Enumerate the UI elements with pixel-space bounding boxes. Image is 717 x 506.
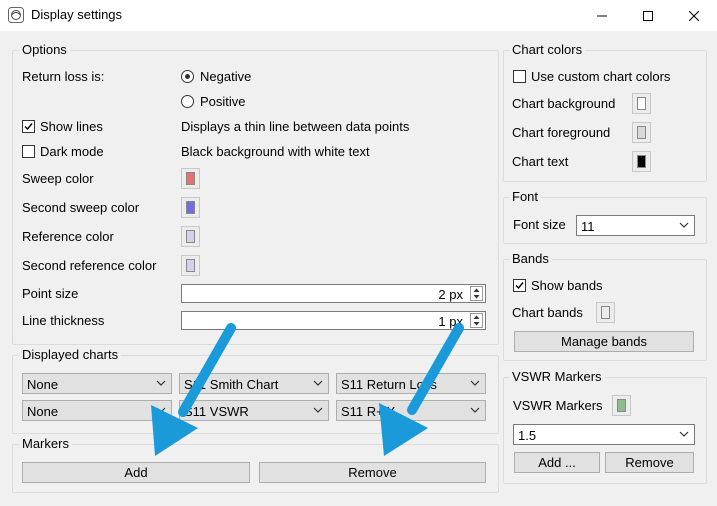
chart-select-value: None: [27, 377, 59, 392]
use-custom-colors-checkbox[interactable]: [513, 70, 526, 83]
radio-negative-label[interactable]: Negative: [200, 69, 251, 84]
options-group-title: Options: [19, 42, 70, 57]
vswr-marker-color-button[interactable]: [612, 395, 631, 416]
reference-color-swatch: [186, 230, 195, 243]
show-bands-label[interactable]: Show bands: [531, 278, 603, 293]
show-lines-checkbox[interactable]: [22, 120, 35, 133]
vswr-value-select[interactable]: 1.5: [513, 424, 695, 445]
minimize-button[interactable]: [579, 0, 625, 31]
chevron-down-icon: [679, 222, 689, 228]
use-custom-colors-label[interactable]: Use custom chart colors: [531, 69, 670, 84]
second-sweep-color-button[interactable]: [181, 197, 200, 218]
chart-text-button[interactable]: [632, 151, 651, 172]
chart-select-1-2[interactable]: S11 Smith Chart: [179, 373, 329, 394]
line-thickness-label: Line thickness: [22, 313, 105, 328]
remove-marker-button[interactable]: Remove: [259, 462, 486, 483]
chevron-down-icon: [156, 380, 166, 386]
dark-mode-checkbox[interactable]: [22, 145, 35, 158]
show-bands-checkbox[interactable]: [513, 279, 526, 292]
show-lines-description: Displays a thin line between data points: [181, 119, 410, 134]
second-sweep-color-swatch: [186, 201, 195, 214]
checkmark-icon: [24, 123, 33, 131]
line-thickness-value: 1 px: [438, 314, 463, 329]
chart-select-1-1[interactable]: None: [22, 373, 172, 394]
chevron-down-icon: [313, 407, 323, 413]
vswr-add-button[interactable]: Add ...: [514, 452, 600, 473]
chart-select-2-2[interactable]: S11 VSWR: [179, 400, 329, 421]
chart-colors-title: Chart colors: [509, 42, 586, 57]
chart-select-value: S11 Return Loss: [341, 377, 437, 392]
chart-background-swatch: [637, 97, 646, 110]
second-sweep-color-label: Second sweep color: [22, 200, 140, 215]
markers-title: Markers: [19, 436, 72, 451]
vswr-value: 1.5: [518, 428, 537, 443]
chevron-down-icon: [470, 407, 480, 413]
checkmark-icon: [515, 282, 524, 290]
point-size-spinbox[interactable]: 2 px: [181, 284, 486, 303]
point-size-value: 2 px: [438, 287, 463, 302]
dark-mode-description: Black background with white text: [181, 144, 370, 159]
maximize-button[interactable]: [625, 0, 671, 31]
line-thickness-spinbox[interactable]: 1 px: [181, 311, 486, 330]
radio-negative[interactable]: [181, 70, 194, 83]
chart-text-label: Chart text: [512, 154, 569, 169]
vswr-remove-button[interactable]: Remove: [605, 452, 694, 473]
chart-select-value: S11 R+jX: [341, 404, 396, 419]
spin-arrows-icon[interactable]: [470, 313, 483, 328]
chart-select-2-3[interactable]: S11 R+jX: [336, 400, 486, 421]
chart-select-value: S11 VSWR: [184, 404, 249, 419]
point-size-label: Point size: [22, 286, 79, 301]
font-size-label: Font size: [513, 217, 566, 232]
chart-bands-swatch: [601, 306, 610, 319]
window-title: Display settings: [31, 7, 123, 22]
chart-foreground-swatch: [637, 126, 646, 139]
reference-color-button[interactable]: [181, 226, 200, 247]
spin-arrows-icon[interactable]: [470, 286, 483, 301]
manage-bands-button[interactable]: Manage bands: [514, 331, 694, 352]
bands-title: Bands: [509, 251, 552, 266]
second-reference-color-swatch: [186, 259, 195, 272]
second-reference-color-label: Second reference color: [22, 258, 157, 273]
chart-background-label: Chart background: [512, 96, 616, 111]
second-reference-color-button[interactable]: [181, 255, 200, 276]
dark-mode-label[interactable]: Dark mode: [40, 144, 104, 159]
chart-bands-color-button[interactable]: [596, 302, 615, 323]
chart-foreground-label: Chart foreground: [512, 125, 611, 140]
minimize-icon: [597, 15, 607, 16]
chart-bands-label: Chart bands: [512, 305, 583, 320]
vswr-markers-title: VSWR Markers: [509, 369, 605, 384]
font-size-select[interactable]: 11: [576, 215, 695, 236]
chevron-down-icon: [470, 380, 480, 386]
displayed-charts-group: [12, 355, 499, 434]
font-size-value: 11: [581, 219, 595, 234]
add-marker-button[interactable]: Add: [22, 462, 250, 483]
chart-select-value: S11 Smith Chart: [184, 377, 279, 392]
chart-foreground-button[interactable]: [632, 122, 651, 143]
sweep-color-swatch: [186, 172, 195, 185]
radio-positive-label[interactable]: Positive: [200, 94, 246, 109]
vswr-markers-label: VSWR Markers: [513, 398, 603, 413]
chevron-down-icon: [313, 380, 323, 386]
close-button[interactable]: [671, 0, 717, 31]
chart-select-2-1[interactable]: None: [22, 400, 172, 421]
radio-selected-dot: [185, 74, 190, 79]
chart-select-1-3[interactable]: S11 Return Loss: [336, 373, 486, 394]
show-lines-label[interactable]: Show lines: [40, 119, 103, 134]
chart-select-value: None: [27, 404, 59, 419]
chart-text-swatch: [637, 155, 646, 168]
close-icon: [689, 10, 699, 21]
reference-color-label: Reference color: [22, 229, 114, 244]
sweep-color-button[interactable]: [181, 168, 200, 189]
vswr-marker-swatch: [617, 399, 626, 412]
radio-positive[interactable]: [181, 95, 194, 108]
chevron-down-icon: [156, 407, 166, 413]
return-loss-label: Return loss is:: [22, 69, 105, 84]
maximize-icon: [643, 10, 653, 21]
font-title: Font: [509, 189, 542, 204]
app-icon: [8, 7, 24, 23]
chart-background-button[interactable]: [632, 93, 651, 114]
displayed-charts-title: Displayed charts: [19, 347, 122, 362]
sweep-color-label: Sweep color: [22, 171, 94, 186]
chevron-down-icon: [679, 431, 689, 437]
